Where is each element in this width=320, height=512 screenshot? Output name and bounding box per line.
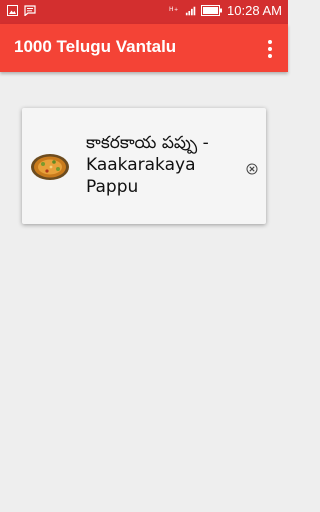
recipe-title: కాకరకాయ పప్పు - Kaakarakaya Pappu [86,133,209,197]
more-vert-icon[interactable] [262,38,278,60]
message-icon [24,4,36,16]
svg-text:+: + [174,7,178,13]
svg-text:H: H [169,6,174,13]
status-bar: H + 10:28 AM [0,0,288,24]
list-item[interactable]: కాకరకాయ పప్పు - Kaakarakaya Pappu [22,108,266,224]
wifi-icon: H + [169,5,181,17]
battery-icon [201,5,223,17]
photo-icon [6,4,18,16]
dish-thumbnail [30,152,70,182]
app-bar: 1000 Telugu Vantalu [0,24,288,72]
close-circle-icon[interactable] [246,160,258,175]
signal-icon [185,5,197,17]
status-time: 10:28 AM [227,3,282,18]
app-title: 1000 Telugu Vantalu [14,37,177,56]
